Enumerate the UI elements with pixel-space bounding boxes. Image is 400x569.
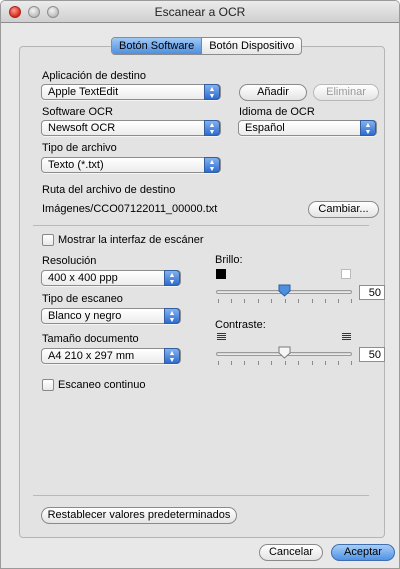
popup-arrows-icon: ▲ ▼ bbox=[204, 84, 220, 100]
resolution-value: 400 x 400 ppp bbox=[48, 272, 118, 284]
contrast-label: Contraste: bbox=[215, 319, 266, 331]
remove-app-button[interactable]: Eliminar bbox=[313, 84, 379, 101]
destination-app-select[interactable]: Apple TextEdit ▲ ▼ bbox=[41, 84, 221, 100]
title-bar[interactable]: Escanear a OCR bbox=[1, 1, 399, 23]
contrast-value-field[interactable]: 50 bbox=[359, 347, 385, 362]
ocr-language-label: Idioma de OCR bbox=[239, 106, 315, 118]
ocr-language-value: Español bbox=[245, 122, 285, 134]
light-swatch-icon bbox=[341, 269, 351, 279]
continuous-scan-label: Escaneo continuo bbox=[58, 379, 146, 391]
document-size-value: A4 210 x 297 mm bbox=[48, 350, 135, 362]
popup-arrows-icon: ▲ ▼ bbox=[164, 308, 180, 324]
destination-path-value: Imágenes/CCO07122011_00000.txt bbox=[42, 203, 218, 215]
popup-arrows-icon: ▲ ▼ bbox=[164, 270, 180, 286]
cancel-button[interactable]: Cancelar bbox=[259, 544, 323, 561]
ocr-software-select[interactable]: Newsoft OCR ▲ ▼ bbox=[41, 120, 221, 136]
contrast-ticks bbox=[218, 361, 352, 365]
scan-type-label: Tipo de escaneo bbox=[42, 293, 123, 305]
file-type-select[interactable]: Texto (*.txt) ▲ ▼ bbox=[41, 157, 221, 173]
add-app-button[interactable]: Añadir bbox=[239, 84, 307, 101]
show-scanner-interface-label: Mostrar la interfaz de escáner bbox=[58, 234, 204, 246]
window-title: Escanear a OCR bbox=[154, 5, 246, 19]
file-type-label: Tipo de archivo bbox=[42, 142, 117, 154]
document-size-select[interactable]: A4 210 x 297 mm ▲ ▼ bbox=[41, 348, 181, 364]
contrast-slider-thumb[interactable] bbox=[278, 346, 291, 359]
change-path-button[interactable]: Cambiar... bbox=[308, 201, 379, 218]
popup-arrows-icon: ▲ ▼ bbox=[204, 120, 220, 136]
tab-device-button[interactable]: Botón Dispositivo bbox=[202, 38, 301, 54]
dark-swatch-icon bbox=[216, 269, 226, 279]
divider bbox=[33, 495, 369, 496]
low-contrast-icon bbox=[217, 333, 226, 341]
scan-type-value: Blanco y negro bbox=[48, 310, 122, 322]
tab-software-button[interactable]: Botón Software bbox=[112, 38, 203, 54]
brightness-value-field[interactable]: 50 bbox=[359, 285, 385, 300]
brightness-slider-thumb[interactable] bbox=[278, 284, 291, 297]
brightness-ticks bbox=[218, 299, 352, 303]
scan-type-select[interactable]: Blanco y negro ▲ ▼ bbox=[41, 308, 181, 324]
file-type-value: Texto (*.txt) bbox=[48, 159, 104, 171]
resolution-select[interactable]: 400 x 400 ppp ▲ ▼ bbox=[41, 270, 181, 286]
popup-arrows-icon: ▲ ▼ bbox=[204, 157, 220, 173]
brightness-label: Brillo: bbox=[215, 254, 243, 266]
ocr-language-select[interactable]: Español ▲ ▼ bbox=[238, 120, 377, 136]
destination-path-label: Ruta del archivo de destino bbox=[42, 184, 176, 196]
show-scanner-interface-checkbox[interactable] bbox=[42, 234, 54, 246]
destination-app-value: Apple TextEdit bbox=[48, 86, 119, 98]
tab-bar: Botón Software Botón Dispositivo bbox=[111, 37, 303, 55]
ocr-software-value: Newsoft OCR bbox=[48, 122, 116, 134]
high-contrast-icon bbox=[342, 333, 351, 341]
accept-button[interactable]: Aceptar bbox=[331, 544, 395, 561]
reset-defaults-button[interactable]: Restablecer valores predeterminados bbox=[41, 507, 237, 524]
document-size-label: Tamaño documento bbox=[42, 333, 139, 345]
destination-app-label: Aplicación de destino bbox=[42, 70, 146, 82]
ocr-software-label: Software OCR bbox=[42, 106, 113, 118]
resolution-label: Resolución bbox=[42, 255, 97, 267]
popup-arrows-icon: ▲ ▼ bbox=[164, 348, 180, 364]
divider bbox=[33, 225, 369, 226]
popup-arrows-icon: ▲ ▼ bbox=[360, 120, 376, 136]
continuous-scan-checkbox[interactable] bbox=[42, 379, 54, 391]
scan-to-ocr-dialog: Escanear a OCR Botón Software Botón Disp… bbox=[0, 0, 400, 569]
